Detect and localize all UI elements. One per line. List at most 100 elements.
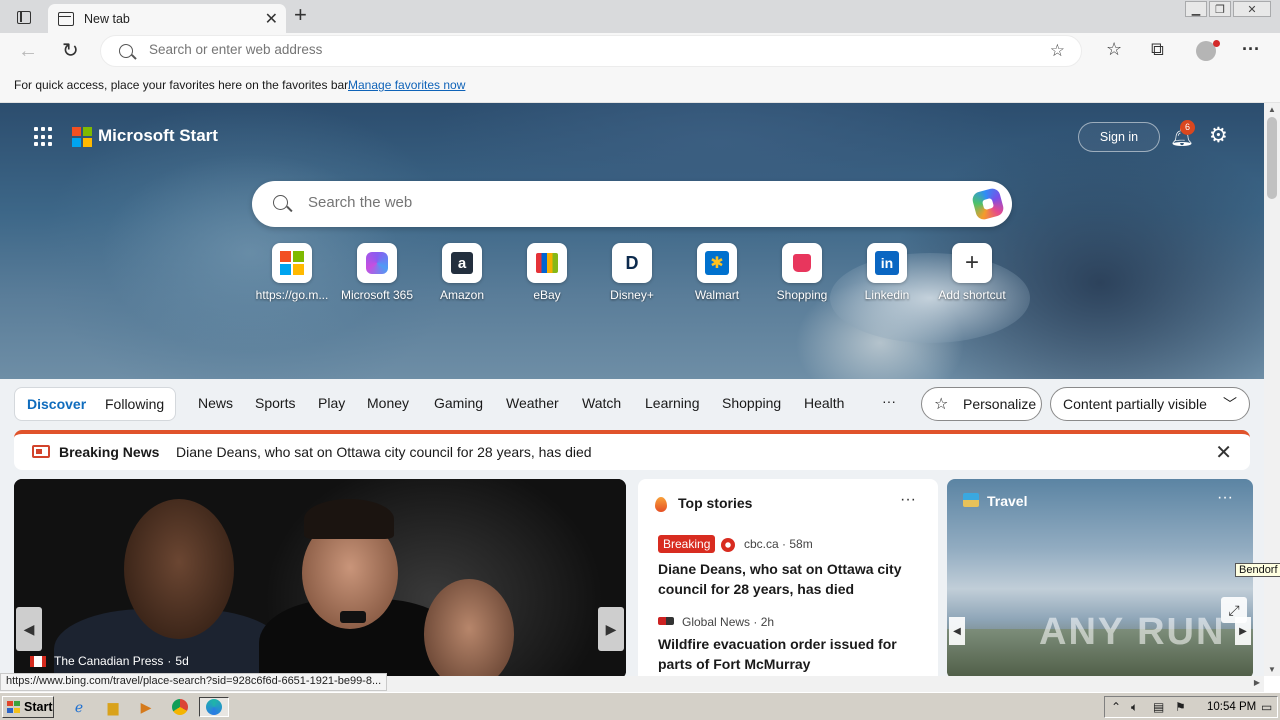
close-tab-icon[interactable]: ✕ [265, 9, 278, 29]
chrome-icon[interactable] [169, 697, 191, 717]
scroll-up-icon[interactable]: ▲ [1268, 105, 1276, 114]
tab-following[interactable]: Following [105, 396, 164, 412]
file-explorer-icon[interactable]: ▆ [102, 697, 124, 717]
nav-shopping[interactable]: Shopping [722, 395, 781, 411]
search-icon [119, 44, 133, 58]
shortcut-shopping[interactable]: Shopping [760, 243, 844, 302]
shortcut-walmart[interactable]: ✱ Walmart [675, 243, 759, 302]
web-search-input[interactable] [308, 194, 948, 211]
add-shortcut-button[interactable]: + Add shortcut [930, 243, 1014, 302]
edge-icon[interactable] [199, 697, 229, 717]
shortcut-label: Amazon [439, 288, 485, 302]
system-tray: ⌃ 🔈︎ ▤ ⚑ 10:54 PM ▭ [1104, 696, 1278, 718]
start-button[interactable]: Start [2, 696, 54, 718]
travel-card[interactable]: Travel ··· ANY RUN ⤢ ◀ ▶ [947, 479, 1253, 676]
status-bar-url: https://www.bing.com/travel/place-search… [0, 673, 388, 691]
nav-learning[interactable]: Learning [645, 395, 700, 411]
sign-in-button[interactable]: Sign in [1078, 122, 1160, 152]
content-visibility-dropdown[interactable]: Content partially visible ﹀ [1050, 387, 1250, 421]
more-options-icon[interactable]: ··· [1242, 39, 1260, 60]
travel-next-button[interactable]: ▶ [1235, 617, 1251, 645]
flag-icon[interactable]: ⚑ [1175, 700, 1186, 714]
taskbar: Start ℯ ▆ ▶ ⌃ 🔈︎ ▤ ⚑ 10:54 PM ▭ [0, 692, 1280, 720]
tab-discover[interactable]: Discover [27, 396, 86, 412]
content-visibility-label: Content partially visible [1063, 396, 1207, 412]
walmart-icon: ✱ [697, 243, 737, 283]
show-desktop-icon[interactable]: ▭ [1261, 700, 1272, 714]
story-source: Global News · 2h [682, 615, 775, 629]
brand-title[interactable]: Microsoft Start [98, 126, 218, 146]
nav-more-icon[interactable]: ··· [882, 393, 896, 409]
linkedin-icon: in [867, 243, 907, 283]
address-input[interactable] [149, 42, 1029, 57]
nav-watch[interactable]: Watch [582, 395, 621, 411]
shortcut-linkedin[interactable]: in Linkedin [845, 243, 929, 302]
settings-gear-icon[interactable]: ⚙ [1209, 123, 1228, 148]
network-icon[interactable]: ▤ [1153, 700, 1164, 714]
collections-icon[interactable]: ⧉ [1151, 39, 1164, 60]
nav-money[interactable]: Money [367, 395, 409, 411]
new-tab-button[interactable]: + [294, 4, 307, 26]
back-button[interactable]: ← [18, 40, 38, 63]
start-label: Start [24, 700, 53, 714]
add-favorite-icon[interactable]: ☆ [1050, 41, 1065, 61]
personalize-star-icon: ☆ [934, 396, 949, 413]
carousel-prev-button[interactable]: ◀ [16, 607, 42, 651]
more-options-icon[interactable]: ··· [900, 491, 916, 509]
scrollbar-thumb[interactable] [1267, 117, 1277, 199]
nav-weather[interactable]: Weather [506, 395, 559, 411]
carousel-next-button[interactable]: ▶ [598, 607, 624, 651]
favorites-bar-hint: For quick access, place your favorites h… [14, 78, 351, 92]
shortcut-ebay[interactable]: eBay [505, 243, 589, 302]
windows-icon [272, 243, 312, 283]
page-content: Microsoft Start Sign in 🔔︎ 6 ⚙ https://g… [0, 103, 1264, 676]
internet-explorer-icon[interactable]: ℯ [68, 697, 90, 717]
tab-new-tab[interactable]: New tab ✕ [48, 4, 286, 33]
shortcut-disney[interactable]: D Disney+ [590, 243, 674, 302]
vertical-scrollbar[interactable]: ▲ ▼ [1264, 103, 1280, 676]
manage-favorites-link[interactable]: Manage favorites now [348, 78, 465, 92]
refresh-button[interactable]: ↻ [62, 38, 79, 63]
volume-icon[interactable]: 🔈︎ [1131, 700, 1138, 715]
shortcut-microsoft-365[interactable]: Microsoft 365 [335, 243, 419, 302]
photo-source: The Canadian Press · 5d [30, 654, 189, 668]
tray-expand-icon[interactable]: ⌃ [1111, 700, 1121, 714]
search-icon [273, 195, 288, 210]
shortcut-label: eBay [533, 288, 561, 302]
close-window-button[interactable]: ✕ [1233, 1, 1271, 17]
story-headline[interactable]: Wildfire evacuation order issued for par… [658, 634, 923, 674]
travel-prev-button[interactable]: ◀ [949, 617, 965, 645]
cbc-logo-icon [721, 538, 735, 552]
tooltip: Bendorf [1235, 563, 1280, 577]
app-launcher-icon[interactable] [34, 127, 54, 147]
shortcut-amazon[interactable]: a Amazon [420, 243, 504, 302]
nav-gaming[interactable]: Gaming [434, 395, 483, 411]
media-player-icon[interactable]: ▶ [135, 697, 157, 717]
source-age: 5d [175, 654, 189, 668]
close-icon[interactable]: ✕ [1215, 440, 1232, 465]
nav-play[interactable]: Play [318, 395, 345, 411]
nav-sports[interactable]: Sports [255, 395, 295, 411]
story-headline[interactable]: Diane Deans, who sat on Ottawa city coun… [658, 559, 923, 599]
copilot-icon[interactable] [970, 186, 1006, 222]
scroll-right-icon[interactable]: ▶ [1254, 678, 1260, 687]
favorites-icon[interactable]: ☆ [1106, 39, 1122, 60]
featured-photo-card[interactable]: ◀ ▶ The Canadian Press · 5d [14, 479, 626, 676]
minimize-button[interactable]: ▁ [1185, 1, 1207, 17]
breaking-news-banner[interactable]: Breaking News Diane Deans, who sat on Ot… [14, 430, 1250, 470]
profile-avatar[interactable] [1196, 40, 1220, 61]
shortcut-windows[interactable]: https://go.m... [250, 243, 334, 302]
scroll-down-icon[interactable]: ▼ [1268, 665, 1276, 674]
tab-actions-icon[interactable] [10, 7, 38, 27]
browser-toolbar: ← ↻ ☆ ☆ ⧉ ··· [0, 33, 1280, 70]
breaking-news-headline[interactable]: Diane Deans, who sat on Ottawa city coun… [176, 444, 592, 460]
nav-health[interactable]: Health [804, 395, 844, 411]
shortcut-label: Walmart [694, 288, 740, 302]
restore-button[interactable]: ❐ [1209, 1, 1231, 17]
web-search-box[interactable] [252, 181, 1012, 227]
personalize-button[interactable]: ☆ Personalize [921, 387, 1042, 421]
new-tab-page-icon [58, 11, 74, 26]
more-options-icon[interactable]: ··· [1217, 489, 1233, 507]
nav-news[interactable]: News [198, 395, 233, 411]
address-bar[interactable]: ☆ [100, 35, 1082, 67]
